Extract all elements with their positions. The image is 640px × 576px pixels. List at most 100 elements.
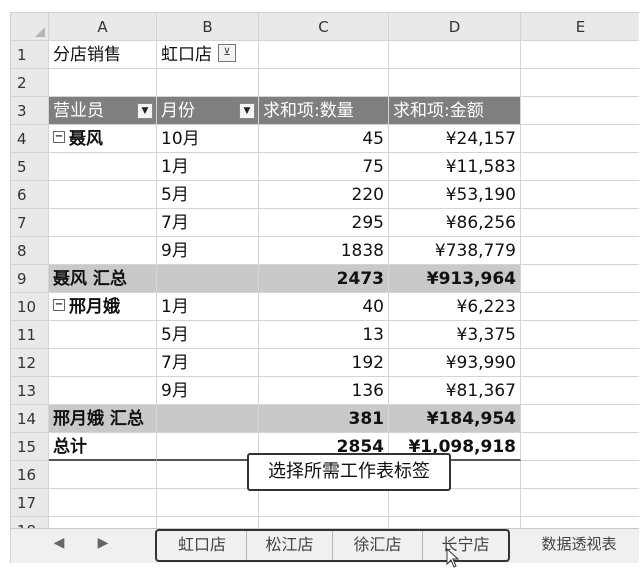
pivot-month-cell[interactable]: 1月 [157, 293, 259, 321]
grid-cell[interactable] [259, 41, 389, 69]
grid-cell[interactable] [389, 41, 521, 69]
row-header[interactable]: 14 [11, 405, 49, 433]
pivot-header-qty[interactable]: 求和项:数量 [259, 97, 389, 125]
grid-cell[interactable] [521, 321, 639, 349]
pivot-amount-cell[interactable]: ¥738,779 [389, 237, 521, 265]
tab-pivot-table[interactable]: 数据透视表 [519, 529, 639, 562]
grid-cell[interactable] [521, 41, 639, 69]
grid-cell[interactable] [521, 433, 639, 461]
row-header[interactable]: 6 [11, 181, 49, 209]
select-all-corner[interactable] [11, 13, 49, 41]
subtotal-amount[interactable]: ¥184,954 [389, 405, 521, 433]
row-header[interactable]: 7 [11, 209, 49, 237]
row-header[interactable]: 9 [11, 265, 49, 293]
grand-total-cell[interactable] [157, 433, 259, 461]
grid-cell[interactable] [521, 181, 639, 209]
pivot-month-cell[interactable]: 10月 [157, 125, 259, 153]
row-header[interactable]: 4 [11, 125, 49, 153]
grid-cell[interactable] [521, 461, 639, 489]
grid-cell[interactable] [521, 153, 639, 181]
pivot-amount-cell[interactable]: ¥3,375 [389, 321, 521, 349]
pivot-row-staff[interactable]: − 邢月娥 [49, 293, 157, 321]
column-header-c[interactable]: C [259, 13, 389, 41]
grid-cell[interactable] [521, 293, 639, 321]
filter-label-cell[interactable]: 分店销售 [49, 41, 157, 69]
grid-cell[interactable] [521, 349, 639, 377]
grid-cell[interactable] [521, 489, 639, 517]
collapse-minus-icon[interactable]: − [53, 299, 65, 311]
filter-applied-icon[interactable]: ⊻ [218, 44, 236, 62]
pivot-qty-cell[interactable]: 136 [259, 377, 389, 405]
row-header[interactable]: 2 [11, 69, 49, 97]
grid-cell[interactable] [49, 181, 157, 209]
scroll-right-icon[interactable]: ▶ [95, 535, 111, 551]
grid-cell[interactable] [521, 125, 639, 153]
grid-cell[interactable] [49, 489, 157, 517]
pivot-amount-cell[interactable]: ¥86,256 [389, 209, 521, 237]
pivot-header-amount[interactable]: 求和项:金额 [389, 97, 521, 125]
grid-cell[interactable] [49, 377, 157, 405]
row-header[interactable]: 17 [11, 489, 49, 517]
grid-cell[interactable] [49, 209, 157, 237]
pivot-qty-cell[interactable]: 75 [259, 153, 389, 181]
pivot-header-staff[interactable]: 营业员 ▼ [49, 97, 157, 125]
row-header[interactable]: 1 [11, 41, 49, 69]
pivot-qty-cell[interactable]: 45 [259, 125, 389, 153]
row-header[interactable]: 15 [11, 433, 49, 461]
subtotal-amount[interactable]: ¥913,964 [389, 265, 521, 293]
column-header-d[interactable]: D [389, 13, 521, 41]
dropdown-arrow-icon[interactable]: ▼ [239, 103, 255, 119]
subtotal-label[interactable]: 聂风 汇总 [49, 265, 157, 293]
pivot-qty-cell[interactable]: 192 [259, 349, 389, 377]
pivot-amount-cell[interactable]: ¥53,190 [389, 181, 521, 209]
column-header-e[interactable]: E [521, 13, 639, 41]
grid-cell[interactable] [521, 69, 639, 97]
grid-cell[interactable] [49, 237, 157, 265]
grid-cell[interactable] [521, 405, 639, 433]
grid-cell[interactable] [49, 153, 157, 181]
pivot-month-cell[interactable]: 9月 [157, 377, 259, 405]
row-header[interactable]: 12 [11, 349, 49, 377]
pivot-amount-cell[interactable]: ¥93,990 [389, 349, 521, 377]
grid-cell[interactable] [521, 237, 639, 265]
pivot-header-month[interactable]: 月份 ▼ [157, 97, 259, 125]
pivot-month-cell[interactable]: 7月 [157, 349, 259, 377]
row-header[interactable]: 11 [11, 321, 49, 349]
grid-cell[interactable] [157, 461, 259, 489]
row-header[interactable]: 13 [11, 377, 49, 405]
subtotal-label[interactable]: 邢月娥 汇总 [49, 405, 157, 433]
row-header[interactable]: 5 [11, 153, 49, 181]
pivot-qty-cell[interactable]: 1838 [259, 237, 389, 265]
dropdown-arrow-icon[interactable]: ▼ [137, 103, 153, 119]
collapse-minus-icon[interactable]: − [53, 131, 65, 143]
pivot-row-staff[interactable]: − 聂风 [49, 125, 157, 153]
scroll-left-icon[interactable]: ◀ [51, 535, 67, 551]
grid-cell[interactable] [259, 489, 389, 517]
grid-cell[interactable] [49, 69, 157, 97]
pivot-amount-cell[interactable]: ¥81,367 [389, 377, 521, 405]
row-header[interactable]: 3 [11, 97, 49, 125]
pivot-amount-cell[interactable]: ¥24,157 [389, 125, 521, 153]
grid-cell[interactable] [389, 489, 521, 517]
subtotal-cell[interactable] [157, 405, 259, 433]
grid-cell[interactable] [49, 349, 157, 377]
worksheet-grid[interactable]: A B C D E 123456789101112131415161718分店销… [10, 12, 639, 529]
subtotal-cell[interactable] [157, 265, 259, 293]
grid-cell[interactable] [259, 69, 389, 97]
grand-total-label[interactable]: 总计 [49, 433, 157, 461]
row-header[interactable]: 16 [11, 461, 49, 489]
pivot-amount-cell[interactable]: ¥11,583 [389, 153, 521, 181]
grid-cell[interactable] [157, 69, 259, 97]
grid-cell[interactable] [49, 321, 157, 349]
grid-cell[interactable] [389, 69, 521, 97]
column-header-a[interactable]: A [49, 13, 157, 41]
pivot-month-cell[interactable]: 7月 [157, 209, 259, 237]
filter-value-cell[interactable]: 虹口店 ⊻ [157, 41, 259, 69]
grid-cell[interactable] [521, 265, 639, 293]
grid-cell[interactable] [521, 97, 639, 125]
pivot-month-cell[interactable]: 5月 [157, 181, 259, 209]
subtotal-qty[interactable]: 381 [259, 405, 389, 433]
column-header-b[interactable]: B [157, 13, 259, 41]
grid-cell[interactable] [157, 489, 259, 517]
pivot-month-cell[interactable]: 9月 [157, 237, 259, 265]
